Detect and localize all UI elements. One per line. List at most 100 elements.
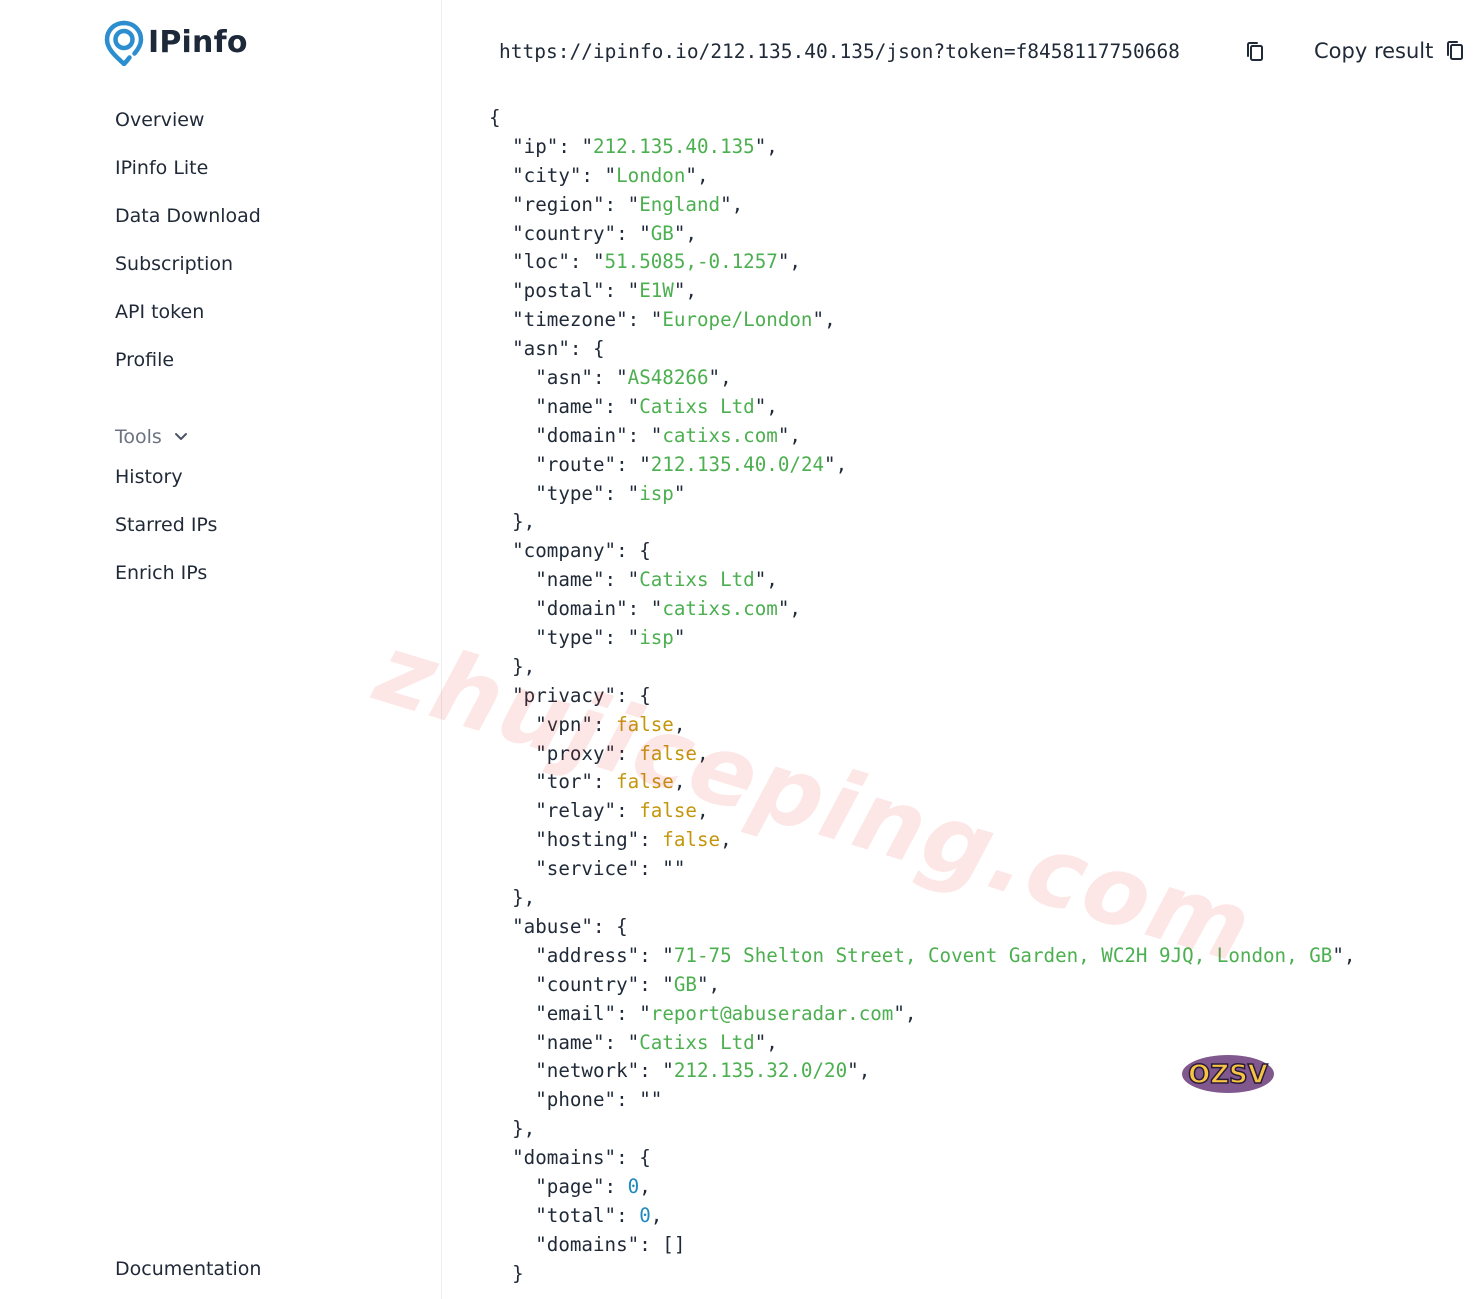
json-key: "privacy" xyxy=(512,683,617,707)
json-line: "timezone": "Europe/London", xyxy=(512,308,836,332)
sidebar-item-enrich-ips[interactable]: Enrich IPs xyxy=(115,561,207,585)
json-punct: { xyxy=(639,1146,651,1170)
json-result: { "ip": "212.135.40.135", "city": "Londo… xyxy=(489,104,1355,1289)
json-punct: { xyxy=(639,539,651,563)
json-number-value: 0 xyxy=(639,1203,651,1227)
json-line: "domains": { xyxy=(512,1146,651,1170)
ipinfo-logo[interactable]: IPinfo xyxy=(104,20,248,66)
request-url: https://ipinfo.io/212.135.40.135/json?to… xyxy=(499,40,1180,63)
json-line: }, xyxy=(489,884,1355,913)
json-key: "domain" xyxy=(535,597,628,621)
json-key: "loc" xyxy=(512,250,570,274)
json-line: "total": 0, xyxy=(535,1203,663,1227)
sidebar-item-subscription[interactable]: Subscription xyxy=(115,252,233,276)
copy-result-label: Copy result xyxy=(1314,39,1434,63)
json-line: "loc": "51.5085,-0.1257", xyxy=(512,250,801,274)
json-key: "proxy" xyxy=(535,741,617,765)
json-key: "ip" xyxy=(512,134,559,158)
json-line: "domain": "catixs.com", xyxy=(535,423,801,447)
json-string-value: 212.135.32.0/20 xyxy=(673,1059,848,1083)
json-line: "type": "isp" xyxy=(535,626,686,650)
copy-result-button[interactable]: Copy result xyxy=(1314,36,1465,66)
json-key: "type" xyxy=(535,481,605,505)
json-line: "type": "isp" xyxy=(535,481,686,505)
json-key: "abuse" xyxy=(512,914,593,938)
json-line: "service": "" xyxy=(535,857,686,881)
json-line: "name": "Catixs Ltd", xyxy=(535,394,778,418)
json-string-value: England xyxy=(639,192,721,216)
json-key: "domains" xyxy=(535,1232,640,1256)
json-line: "proxy": false, xyxy=(535,741,709,765)
json-key: "phone" xyxy=(535,1088,617,1112)
documentation-link[interactable]: Documentation xyxy=(115,1257,261,1281)
json-string-value: catixs.com xyxy=(662,423,778,447)
json-string-value: Catixs Ltd xyxy=(639,568,755,592)
json-line: "asn": "AS48266", xyxy=(535,366,732,390)
json-string-value: 71-75 Shelton Street, Covent Garden, WC2… xyxy=(673,943,1333,967)
json-key: "domain" xyxy=(535,423,628,447)
sidebar-item-ipinfo-lite[interactable]: IPinfo Lite xyxy=(115,156,208,180)
json-line: { xyxy=(489,104,1355,133)
tools-section-toggle[interactable]: Tools xyxy=(115,425,188,449)
json-line: "domains": [] xyxy=(535,1232,686,1256)
json-key: "service" xyxy=(535,857,640,881)
json-line: "email": "report@abuseradar.com", xyxy=(535,1001,917,1025)
json-boolean-value: false xyxy=(639,741,697,765)
tools-label: Tools xyxy=(115,426,162,448)
json-line: "postal": "E1W", xyxy=(512,279,697,303)
copy-url-button[interactable] xyxy=(1242,38,1268,66)
json-line: "address": "71-75 Shelton Street, Covent… xyxy=(535,943,1356,967)
json-line: "tor": false, xyxy=(535,770,686,794)
json-string-value: E1W xyxy=(639,279,674,303)
json-key: "network" xyxy=(535,1059,640,1083)
sidebar-item-starred-ips[interactable]: Starred IPs xyxy=(115,513,217,537)
sidebar-item-profile[interactable]: Profile xyxy=(115,348,174,372)
json-line: "city": "London", xyxy=(512,163,709,187)
json-key: "vpn" xyxy=(535,712,593,736)
json-string-value: GB xyxy=(673,972,697,996)
json-key: "tor" xyxy=(535,770,593,794)
json-line: "ip": "212.135.40.135", xyxy=(512,134,778,158)
json-boolean-value: false xyxy=(662,828,721,852)
json-line: }, xyxy=(489,508,1355,537)
sidebar-item-data-download[interactable]: Data Download xyxy=(115,204,261,228)
sidebar-item-overview[interactable]: Overview xyxy=(115,108,204,132)
json-key: "type" xyxy=(535,626,605,650)
json-string-value: isp xyxy=(639,481,674,505)
json-string-value: report@abuseradar.com xyxy=(650,1001,894,1025)
json-line: "page": 0, xyxy=(535,1174,651,1198)
json-string-value: GB xyxy=(650,221,674,245)
json-number-value: 0 xyxy=(627,1174,640,1198)
json-line: "hosting": false, xyxy=(535,828,732,852)
json-punct: { xyxy=(592,337,605,361)
json-key: "name" xyxy=(535,1030,605,1054)
ozsv-badge-logo: OZSV xyxy=(1182,1055,1274,1093)
json-line: "relay": false, xyxy=(535,799,709,823)
json-string-value: isp xyxy=(639,626,674,650)
json-key: "total" xyxy=(535,1203,617,1227)
json-string-value: 212.135.40.0/24 xyxy=(650,452,825,476)
json-boolean-value: false xyxy=(616,712,674,736)
json-key: "postal" xyxy=(512,279,605,303)
json-key: "email" xyxy=(535,1001,617,1025)
sidebar-item-api-token[interactable]: API token xyxy=(115,300,204,324)
json-key: "domains" xyxy=(512,1146,617,1170)
json-key: "city" xyxy=(512,163,582,187)
json-punct: }, xyxy=(512,886,536,910)
json-punct: }, xyxy=(512,654,536,678)
json-string-value: 212.135.40.135 xyxy=(593,134,755,158)
json-punct: { xyxy=(639,683,651,707)
json-line: "vpn": false, xyxy=(535,712,686,736)
json-punct: }, xyxy=(512,510,536,534)
json-string-value: London xyxy=(616,163,686,187)
sidebar-item-history[interactable]: History xyxy=(115,465,183,489)
json-string-value: Catixs Ltd xyxy=(639,1030,755,1054)
json-line: "asn": { xyxy=(512,337,605,361)
json-punct: } xyxy=(512,1261,524,1285)
json-line: "name": "Catixs Ltd", xyxy=(535,568,778,592)
json-key: "relay" xyxy=(535,799,617,823)
json-key: "route" xyxy=(535,452,617,476)
json-punct: }, xyxy=(512,1117,536,1141)
chevron-down-icon xyxy=(174,433,187,440)
json-boolean-value: false xyxy=(639,799,697,823)
